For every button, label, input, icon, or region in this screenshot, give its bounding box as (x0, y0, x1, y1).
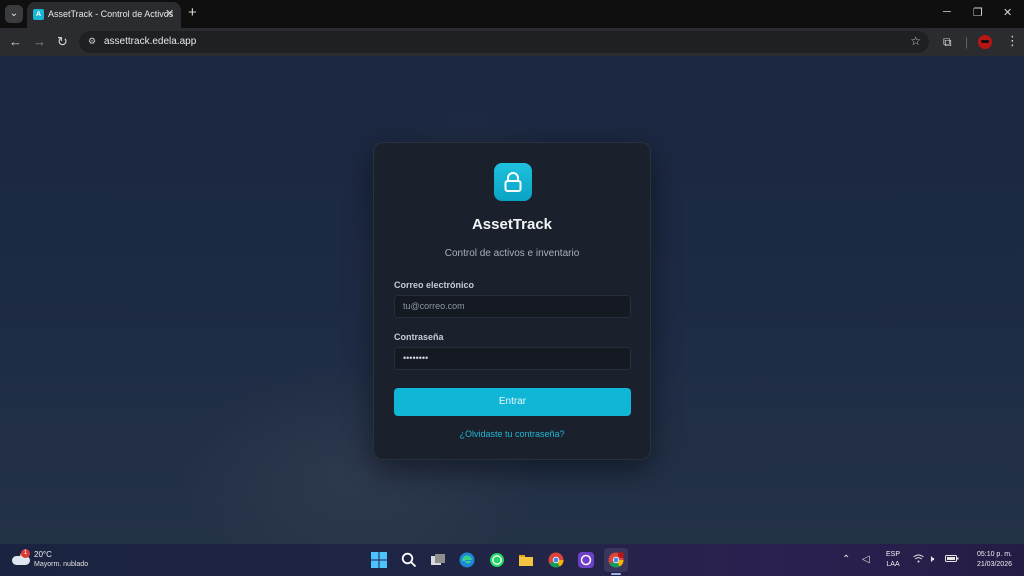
weather-condition[interactable]: Mayorm. nublado (34, 561, 88, 568)
forward-icon[interactable]: → (33, 35, 46, 49)
login-button[interactable]: Entrar (394, 388, 631, 416)
page-background: AssetTrack Control de activos e inventar… (0, 56, 1024, 544)
extensions-icon[interactable]: ⧉ (943, 35, 952, 49)
task-view-icon[interactable] (430, 552, 446, 568)
back-icon[interactable]: ← (9, 35, 22, 49)
app-subtitle: Control de activos e inventario (444, 248, 580, 259)
lang-line2: LAA (886, 561, 900, 568)
start-icon[interactable] (371, 552, 387, 568)
password-field[interactable]: •••••••• (394, 347, 631, 370)
address-bar[interactable]: ⚙ assettrack.edela.app ☆ (79, 31, 929, 53)
tab-title: AssetTrack - Control de Activos (48, 9, 174, 19)
edge-icon[interactable] (459, 552, 475, 568)
new-tab-button[interactable]: + (188, 4, 197, 21)
browser-tab-strip: ⌄ A AssetTrack - Control de Activos ✕ + … (0, 0, 1024, 28)
volume-icon[interactable]: 🕨 (928, 554, 934, 565)
app-title: AssetTrack (471, 216, 553, 233)
lock-icon (494, 163, 532, 201)
restore-icon[interactable]: ❐ (973, 6, 983, 19)
chrome-icon[interactable] (548, 552, 564, 568)
site-info-icon[interactable]: ⚙ (88, 36, 96, 47)
toolbar-divider: | (965, 35, 969, 49)
chrome-profile-icon[interactable] (608, 552, 624, 568)
login-card: AssetTrack Control de activos e inventar… (373, 142, 651, 460)
forgot-password-link[interactable]: ¿Olvidaste tu contraseña? (374, 429, 650, 439)
profile-avatar-icon[interactable] (978, 35, 992, 49)
github-desktop-icon[interactable] (578, 552, 594, 568)
system-clock[interactable]: 05:10 p. m. 21/03/2026 (966, 550, 1012, 570)
browser-toolbar: ← → ↻ ⚙ assettrack.edela.app ☆ ⧉ | (0, 28, 1024, 56)
file-explorer-icon[interactable] (518, 552, 534, 568)
minimize-icon[interactable]: ─ (943, 6, 951, 18)
tab-close-icon[interactable]: ✕ (165, 7, 174, 20)
close-window-icon[interactable]: ✕ (1003, 6, 1012, 19)
tab-favicon-icon: A (33, 9, 44, 20)
battery-icon[interactable] (945, 554, 959, 566)
wifi-icon[interactable] (913, 554, 924, 566)
active-app-indicator (611, 573, 621, 575)
url-text: assettrack.edela.app (104, 36, 197, 47)
clock-date: 21/03/2026 (976, 561, 1012, 568)
weather-temp[interactable]: 20°C (34, 550, 52, 559)
email-label: Correo electrónico (394, 280, 475, 290)
weather-badge: 1 (21, 549, 30, 558)
location-icon[interactable]: ◁ (862, 554, 870, 565)
tab-search-button[interactable]: ⌄ (5, 5, 23, 23)
browser-tab-active[interactable]: A AssetTrack - Control de Activos ✕ (27, 2, 181, 28)
clock-time: 05:10 p. m. (976, 551, 1012, 558)
reload-icon[interactable]: ↻ (57, 35, 68, 49)
whatsapp-icon[interactable] (489, 552, 505, 568)
show-hidden-icons-icon[interactable]: ⌃ (842, 554, 850, 565)
search-icon[interactable] (401, 552, 417, 568)
lang-line1: ESP (886, 551, 901, 558)
bookmark-star-icon[interactable]: ☆ (910, 34, 921, 48)
windows-taskbar: 1 20°C Mayorm. nublado ⌃ ◁ ESP LAA 🕨 05:… (0, 544, 1024, 576)
input-language[interactable]: ESP LAA (886, 550, 900, 570)
password-label: Contraseña (394, 332, 444, 342)
email-field[interactable]: tu@correo.com (394, 295, 631, 318)
browser-menu-icon[interactable]: ⋮ (1006, 33, 1019, 49)
